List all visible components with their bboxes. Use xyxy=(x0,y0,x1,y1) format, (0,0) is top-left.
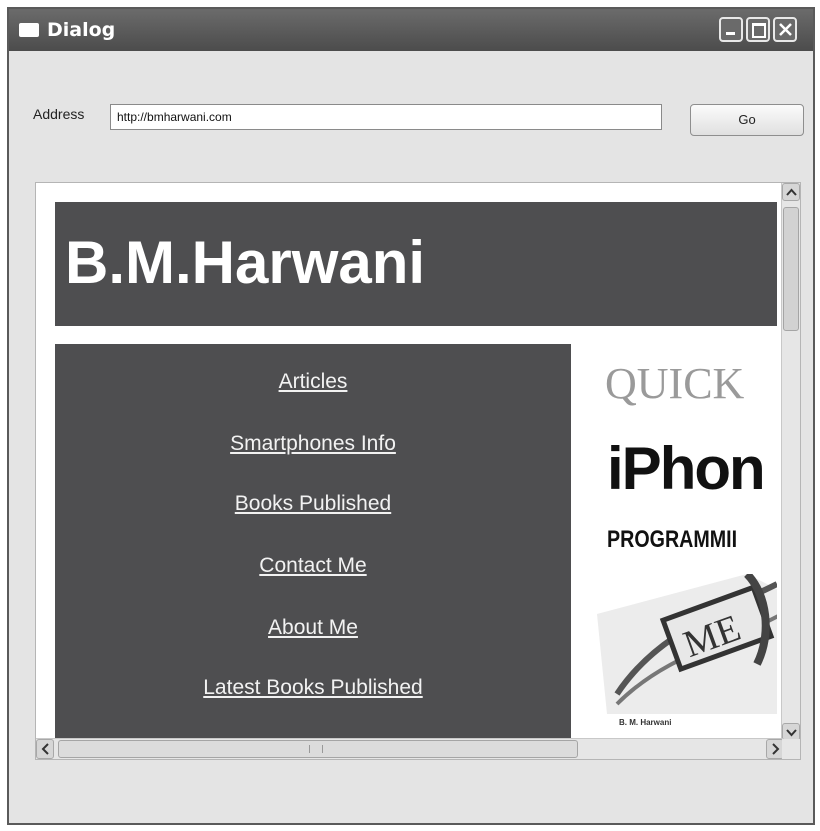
window-title: Dialog xyxy=(47,19,116,41)
nav-link-smartphones-info[interactable]: Smartphones Info xyxy=(55,432,571,456)
go-button[interactable]: Go xyxy=(690,104,804,136)
nav-link-about-me[interactable]: About Me xyxy=(55,616,571,640)
nav-link-contact-me[interactable]: Contact Me xyxy=(55,554,571,578)
horizontal-scrollbar[interactable] xyxy=(36,738,784,759)
scroll-up-button[interactable] xyxy=(782,183,800,201)
scrollbar-corner xyxy=(782,739,800,759)
window-icon xyxy=(19,23,39,37)
book-title-text: iPhon xyxy=(607,435,766,502)
close-icon xyxy=(779,23,792,36)
site-title: B.M.Harwani xyxy=(65,229,426,296)
web-view[interactable]: B.M.Harwani Articles Smartphones Info Bo… xyxy=(35,182,801,760)
vertical-scrollbar[interactable] xyxy=(781,183,800,741)
chevron-right-icon xyxy=(772,743,780,755)
title-bar[interactable]: Dialog xyxy=(9,9,813,51)
site-header: B.M.Harwani xyxy=(55,202,777,326)
scroll-grip xyxy=(309,745,323,753)
book-cover-art: ME xyxy=(597,574,777,714)
site-nav: Articles Smartphones Info Books Publishe… xyxy=(55,344,571,754)
book-series-text: QUICK xyxy=(605,359,745,408)
maximize-button[interactable] xyxy=(746,17,770,42)
close-button[interactable] xyxy=(773,17,797,42)
nav-link-articles[interactable]: Articles xyxy=(55,370,571,394)
address-label: Address xyxy=(33,106,85,122)
book-author-text: B. M. Harwani xyxy=(619,718,672,727)
horizontal-scroll-thumb[interactable] xyxy=(58,740,578,758)
chevron-left-icon xyxy=(41,743,49,755)
scroll-left-button[interactable] xyxy=(36,739,54,759)
book-cover-image[interactable]: QUICK iPhon PROGRAMMII ME B. M. Harwani xyxy=(571,344,777,754)
vertical-scroll-thumb[interactable] xyxy=(783,207,799,331)
nav-link-latest-books-published[interactable]: Latest Books Published xyxy=(55,676,571,700)
book-subtitle-text: PROGRAMMII xyxy=(607,526,738,553)
address-input[interactable]: http://bmharwani.com xyxy=(110,104,662,130)
dialog-window: Dialog Address http://bmharwani.com Go B… xyxy=(7,7,815,825)
chevron-up-icon xyxy=(786,188,797,196)
nav-link-books-published[interactable]: Books Published xyxy=(55,492,571,516)
minimize-button[interactable] xyxy=(719,17,743,42)
chevron-down-icon xyxy=(786,729,797,737)
